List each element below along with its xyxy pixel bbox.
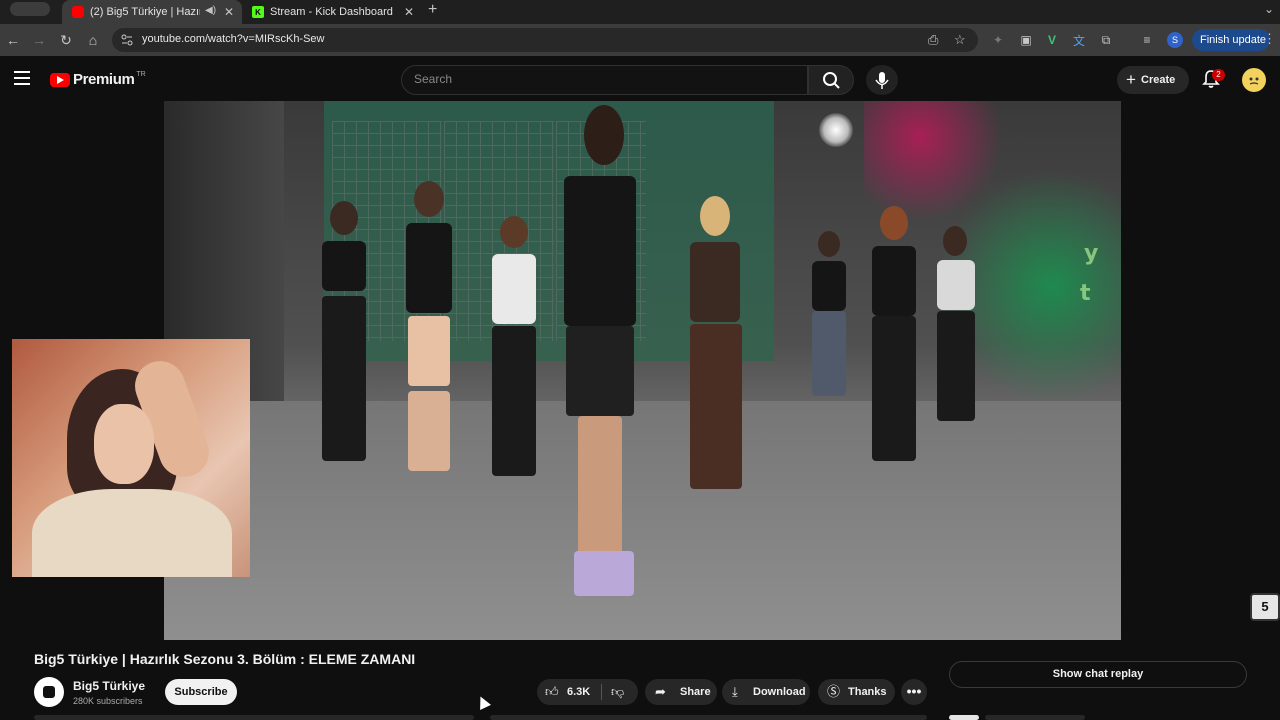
- video-dancer: [804, 231, 854, 401]
- search-icon: [823, 72, 840, 89]
- share-label: Share: [680, 686, 711, 698]
- subscriber-count: 280K subscribers: [73, 696, 143, 706]
- like-count: 6.3K: [567, 686, 591, 698]
- video-dancer: [929, 226, 984, 426]
- reading-list-icon[interactable]: ≡: [1139, 32, 1155, 48]
- like-button[interactable]: 👍︎ 6.3K: [537, 679, 601, 705]
- share-button[interactable]: ➦ Share: [645, 679, 717, 705]
- subscribe-button[interactable]: Subscribe: [165, 679, 237, 705]
- forward-button[interactable]: →: [30, 31, 48, 49]
- more-actions-button[interactable]: •••: [901, 679, 927, 705]
- install-app-icon[interactable]: ⎙: [928, 32, 938, 48]
- translate-icon[interactable]: 文: [1071, 32, 1087, 48]
- share-icon: ➦: [655, 684, 666, 699]
- video-scene-sign-letter: t: [1080, 281, 1091, 306]
- download-icon: ⤓: [732, 684, 738, 699]
- thumbs-up-icon: 👍︎: [545, 684, 559, 699]
- thanks-dollar-icon: Ⓢ: [827, 684, 841, 699]
- voice-search-button[interactable]: [866, 65, 898, 95]
- youtube-premium-logo[interactable]: Premium TR: [50, 71, 146, 88]
- site-info-icon[interactable]: [120, 33, 134, 47]
- close-icon[interactable]: ✕: [224, 5, 234, 19]
- kick-icon: K: [252, 6, 264, 18]
- channel-avatar[interactable]: [34, 677, 64, 707]
- home-button[interactable]: ⌂: [84, 31, 102, 49]
- puzzle-icon[interactable]: ⧉: [1098, 32, 1114, 48]
- create-label: Create: [1141, 74, 1176, 86]
- browser-tab-bar: (2) Big5 Türkiye | Hazırlık ◀) ✕ K Strea…: [0, 0, 1280, 24]
- video-dancer: [864, 206, 924, 466]
- video-dancer: [314, 201, 374, 471]
- video-dancer: [484, 216, 544, 481]
- webcam-person-face: [94, 404, 154, 484]
- new-tab-button[interactable]: +: [428, 1, 437, 19]
- tab-search-button[interactable]: [10, 2, 50, 16]
- create-button[interactable]: + Create: [1117, 66, 1189, 94]
- video-dancer: [394, 181, 464, 471]
- download-label: Download: [753, 686, 806, 698]
- mouse-cursor-icon: [475, 694, 491, 710]
- plus-icon: +: [1126, 70, 1136, 89]
- description-box-edge: [34, 715, 474, 720]
- video-scene-spotlight: [819, 113, 853, 147]
- dislike-button[interactable]: 👎︎: [602, 679, 638, 705]
- speaker-icon[interactable]: ◀): [205, 5, 216, 16]
- video-scene-sign-letter: y: [1084, 241, 1099, 266]
- close-icon[interactable]: ✕: [404, 5, 414, 19]
- browser-menu-icon[interactable]: ⋮: [1263, 31, 1276, 47]
- tab-title: (2) Big5 Türkiye | Hazırlık: [90, 6, 200, 18]
- tab-title: Stream - Kick Dashboard: [270, 6, 393, 18]
- user-avatar[interactable]: [1242, 68, 1266, 92]
- browser-toolbar: ← → ↻ ⌂ youtube.com/watch?v=MIRscKh-Sew …: [0, 24, 1280, 56]
- chevron-down-icon[interactable]: ⌄: [1264, 2, 1274, 16]
- webcam-overlay: [12, 339, 250, 577]
- notification-badge: 2: [1212, 69, 1225, 81]
- thumbs-down-icon: 👎︎: [611, 684, 625, 699]
- menu-icon[interactable]: [14, 71, 30, 85]
- download-button[interactable]: ⤓ Download: [722, 679, 810, 705]
- video-dancer: [674, 196, 754, 496]
- reload-button[interactable]: ↻: [57, 31, 75, 49]
- vue-devtools-icon[interactable]: V: [1044, 32, 1060, 48]
- video-dancer: [544, 101, 654, 601]
- country-code: TR: [136, 71, 146, 78]
- search-box: [401, 65, 808, 95]
- youtube-logo-icon: [50, 72, 70, 87]
- channel-watermark-icon[interactable]: 5: [1250, 593, 1280, 621]
- back-button[interactable]: ←: [4, 31, 22, 49]
- address-bar[interactable]: youtube.com/watch?v=MIRscKh-Sew ⎙ ☆: [112, 28, 978, 52]
- profile-avatar[interactable]: S: [1167, 32, 1183, 48]
- chip-edge: [985, 715, 1085, 720]
- finish-update-button[interactable]: Finish update: [1192, 29, 1270, 51]
- webcam-person-shirt: [32, 489, 232, 577]
- youtube-header: Premium TR + Create: [0, 56, 1280, 102]
- channel-name[interactable]: Big5 Türkiye: [73, 679, 145, 693]
- search-input[interactable]: [414, 72, 794, 86]
- video-player[interactable]: y t: [164, 101, 1121, 640]
- bookmark-star-icon[interactable]: ☆: [954, 32, 966, 48]
- search-button[interactable]: [808, 65, 854, 95]
- youtube-icon: [72, 6, 84, 18]
- video-title: Big5 Türkiye | Hazırlık Sezonu 3. Bölüm …: [34, 651, 416, 667]
- chip-edge: [949, 715, 979, 720]
- avatar-face-icon: [1249, 77, 1259, 85]
- show-chat-replay-button[interactable]: Show chat replay: [949, 661, 1247, 688]
- translate-extension-icon[interactable]: ▣: [1018, 32, 1034, 48]
- thanks-label: Thanks: [848, 686, 887, 698]
- logo-text: Premium: [73, 71, 135, 88]
- microphone-icon: [875, 72, 889, 89]
- url-text: youtube.com/watch?v=MIRscKh-Sew: [142, 33, 325, 45]
- description-box-edge: [490, 715, 927, 720]
- extension-icon[interactable]: ✦: [990, 32, 1006, 48]
- thanks-button[interactable]: Ⓢ Thanks: [818, 679, 895, 705]
- tab-youtube[interactable]: (2) Big5 Türkiye | Hazırlık ◀) ✕: [62, 0, 242, 24]
- tab-kick[interactable]: K Stream - Kick Dashboard ✕: [246, 0, 422, 24]
